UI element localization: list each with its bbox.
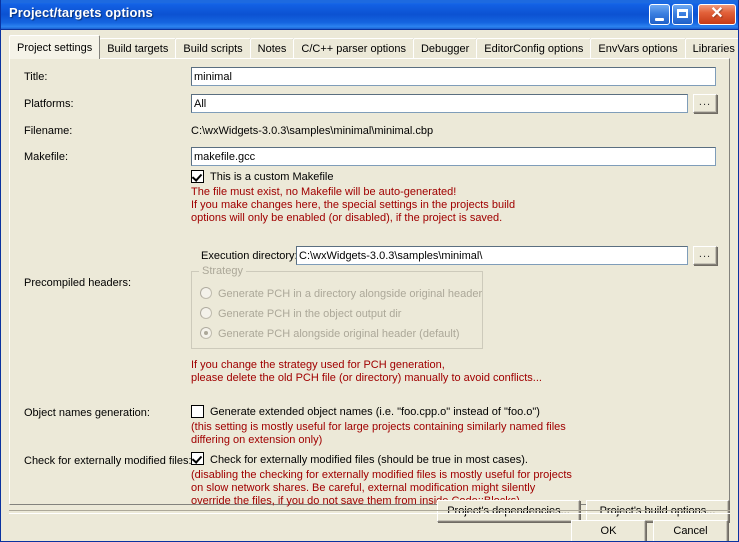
title-input[interactable]: minimal	[191, 67, 716, 86]
check-external-note-line-2: on slow network shares. Be careful, exte…	[191, 482, 536, 494]
platforms-input[interactable]: All	[191, 94, 688, 113]
tab-project-settings[interactable]: Project settings	[9, 35, 101, 59]
close-icon: ✕	[710, 5, 724, 22]
execution-directory-browse-button[interactable]: ...	[693, 246, 717, 265]
dialog-client-area: Project settings Build targets Build scrip…	[1, 30, 738, 541]
cancel-button[interactable]: Cancel	[653, 520, 728, 541]
check-externally-modified-checkbox-label: Check for externally modified files (sho…	[210, 454, 528, 466]
project-targets-options-dialog: Project/targets options ✕ Project settin…	[0, 0, 739, 542]
tab-label: C/C++ parser options	[301, 43, 406, 55]
title-field-label: Title:	[24, 71, 48, 83]
pch-warning-line-1: If you change the strategy used for PCH …	[191, 359, 445, 371]
precompiled-headers-label: Precompiled headers:	[24, 277, 132, 289]
makefile-warning-line-1: The file must exist, no Makefile will be…	[191, 186, 457, 198]
tab-build-targets[interactable]: Build targets	[99, 38, 177, 59]
check-externally-modified-checkbox[interactable]	[191, 452, 204, 465]
filename-value: C:\wxWidgets-3.0.3\samples\minimal\minim…	[191, 125, 434, 137]
pch-strategy-radio-directory-alongside[interactable]	[200, 287, 212, 299]
custom-makefile-checkbox[interactable]	[191, 170, 204, 183]
tab-libraries[interactable]: Libraries	[684, 38, 738, 59]
pch-strategy-label-object-output-dir: Generate PCH in the object output dir	[218, 308, 402, 320]
check-external-note-line-1: (disabling the checking for externally m…	[191, 469, 572, 481]
minimize-button[interactable]	[649, 4, 670, 25]
makefile-field-label: Makefile:	[24, 151, 69, 163]
execution-directory-input[interactable]: C:\wxWidgets-3.0.3\samples\minimal\	[296, 246, 688, 265]
tab-label: Libraries	[692, 43, 735, 55]
tab-label: Build scripts	[183, 43, 243, 55]
tab-cpp-parser-options[interactable]: C/C++ parser options	[293, 38, 414, 59]
platforms-field-label: Platforms:	[24, 98, 74, 110]
pch-strategy-radio-object-output-dir[interactable]	[200, 307, 212, 319]
maximize-button[interactable]	[672, 4, 693, 25]
pch-strategy-label-directory-alongside: Generate PCH in a directory alongside or…	[218, 288, 483, 300]
custom-makefile-label: This is a custom Makefile	[210, 171, 334, 183]
tab-debugger[interactable]: Debugger	[412, 38, 478, 59]
tab-label: Debugger	[420, 43, 470, 55]
pch-strategy-label-alongside-default: Generate PCH alongside original header (…	[218, 328, 460, 340]
pch-warning-line-2: please delete the old PCH file (or direc…	[191, 372, 542, 384]
title-bar: Project/targets options ✕	[1, 0, 738, 30]
platforms-browse-button[interactable]: ...	[693, 94, 717, 113]
tab-build-scripts[interactable]: Build scripts	[175, 38, 251, 59]
extended-object-names-label: Generate extended object names (i.e. "fo…	[210, 406, 540, 418]
tab-envvars-options[interactable]: EnvVars options	[590, 38, 686, 59]
extended-object-names-checkbox[interactable]	[191, 405, 204, 418]
tab-label: EnvVars options	[598, 43, 678, 55]
minimize-icon	[655, 18, 664, 21]
tab-label: Build targets	[107, 43, 169, 55]
object-names-note-line-2: differing on extension only)	[191, 434, 323, 446]
window-title: Project/targets options	[9, 5, 153, 20]
tab-notes[interactable]: Notes	[249, 38, 295, 59]
pch-strategy-group-title: Strategy	[199, 265, 246, 277]
tab-label: Notes	[257, 43, 287, 55]
filename-field-label: Filename:	[24, 125, 73, 137]
tab-editorconfig-options[interactable]: EditorConfig options	[476, 38, 592, 59]
object-names-note-line-1: (this setting is mostly useful for large…	[191, 421, 566, 433]
pch-strategy-radio-alongside-default[interactable]	[200, 327, 212, 339]
tab-label: Project settings	[17, 42, 93, 54]
maximize-icon	[677, 9, 688, 18]
tab-strip: Project settings Build targets Build scrip…	[9, 35, 738, 59]
makefile-input[interactable]: makefile.gcc	[191, 147, 716, 166]
object-names-generation-label: Object names generation:	[24, 407, 150, 419]
project-settings-panel: Title: minimal Platforms: All ... Filena…	[9, 58, 730, 522]
close-button[interactable]: ✕	[698, 4, 736, 25]
makefile-warning-line-3: options will only be enabled (or disable…	[191, 212, 503, 224]
check-externally-modified-label: Check for externally modified files:	[24, 455, 192, 467]
ok-button[interactable]: OK	[571, 520, 646, 541]
execution-directory-label: Execution directory:	[201, 250, 298, 262]
tab-label: EditorConfig options	[484, 43, 584, 55]
makefile-warning-line-2: If you make changes here, the special se…	[191, 199, 516, 211]
footer-separator	[9, 510, 730, 514]
